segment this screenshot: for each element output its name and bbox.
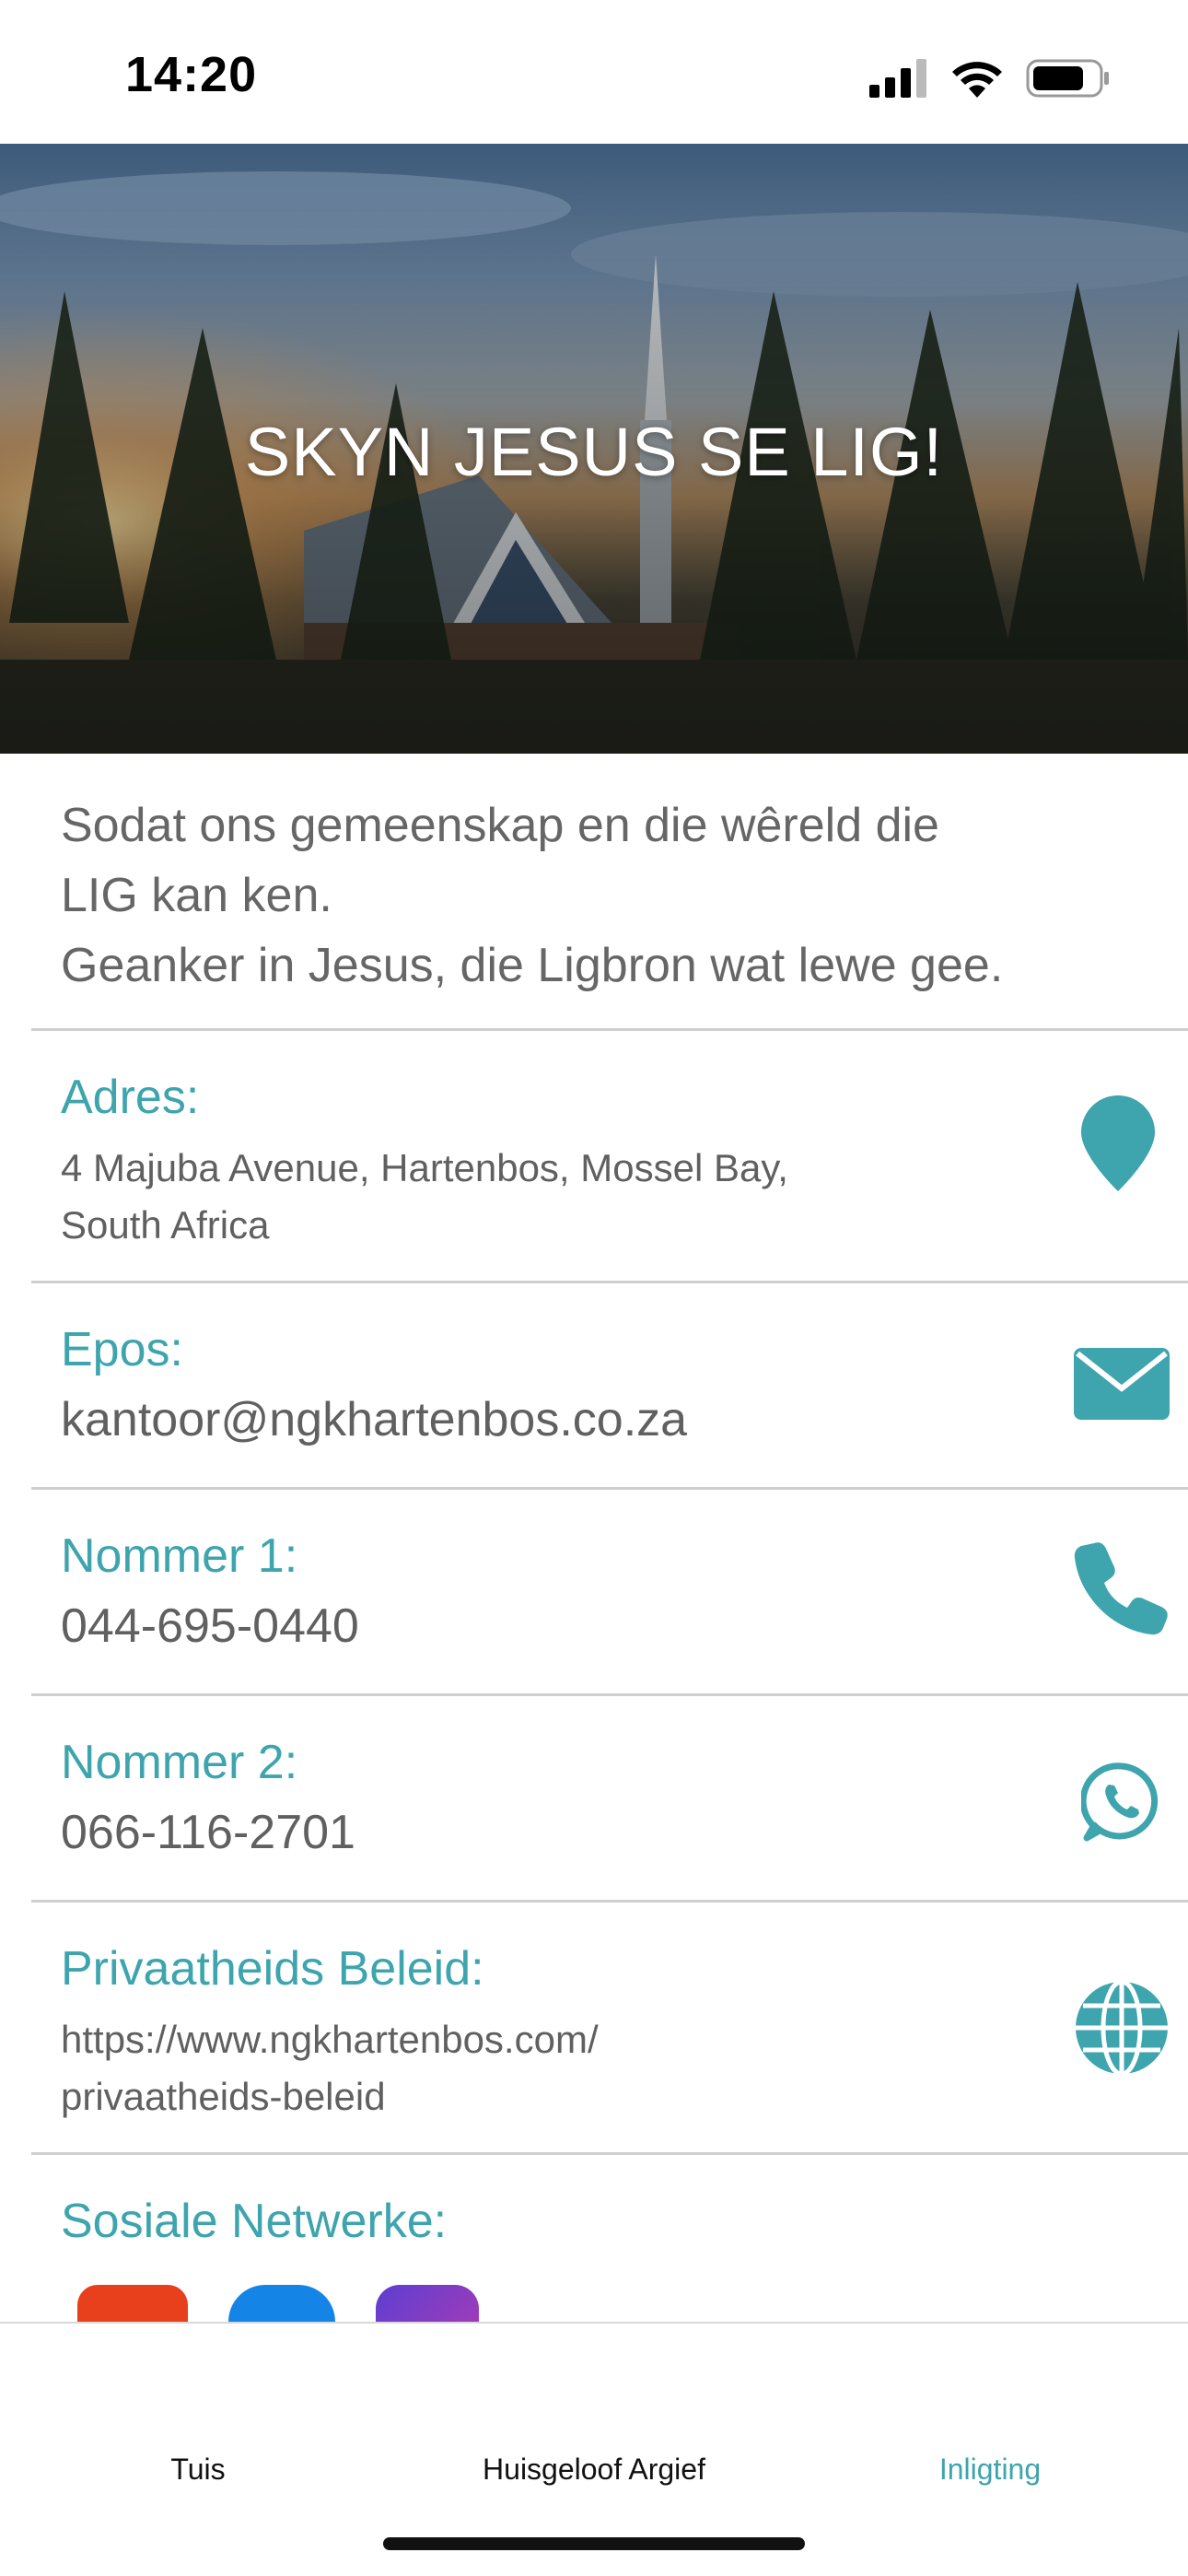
email-value: kantoor@ngkhartenbos.co.za	[61, 1393, 688, 1446]
hero-banner: SKYN JESUS SE LIG!	[0, 144, 1188, 754]
social-label: Sosiale Netwerke:	[61, 2195, 448, 2248]
social-logos	[77, 2285, 501, 2324]
home-indicator	[383, 2537, 805, 2550]
privacy-url-line-1: https://www.ngkhartenbos.com/	[61, 2018, 599, 2061]
phone2-row[interactable]: Nommer 2: 066-116-2701	[31, 1693, 1188, 1900]
facebook-icon[interactable]	[228, 2285, 335, 2324]
address-label: Adres:	[61, 1071, 200, 1124]
address-line-1: 4 Majuba Avenue, Hartenbos, Mossel Bay,	[61, 1146, 788, 1189]
phone1-value: 044-695-0440	[61, 1599, 359, 1653]
status-time: 14:20	[125, 47, 258, 102]
address-value: 4 Majuba Avenue, Hartenbos, Mossel Bay, …	[61, 1140, 788, 1254]
email-label: Epos:	[61, 1323, 183, 1376]
address-line-2: South Africa	[61, 1203, 270, 1247]
tagline-line-1: Sodat ons gemeenskap en die wêreld die	[61, 799, 939, 852]
hero-title: SKYN JESUS SE LIG!	[244, 414, 944, 490]
church-tagline: Sodat ons gemeenskap en die wêreld die L…	[61, 790, 1147, 1001]
tagline-line-3: Geanker in Jesus, die Ligbron wat lewe g…	[61, 939, 1004, 992]
email-row[interactable]: Epos: kantoor@ngkhartenbos.co.za	[31, 1281, 1188, 1487]
map-pin-icon[interactable]	[1081, 1095, 1155, 1191]
phone2-label: Nommer 2:	[61, 1736, 298, 1789]
youtube-icon[interactable]	[77, 2285, 188, 2324]
phone1-row[interactable]: Nommer 1: 044-695-0440	[31, 1487, 1188, 1693]
instagram-icon[interactable]	[376, 2285, 479, 2324]
privacy-policy-row[interactable]: Privaatheids Beleid: https://www.ngkhart…	[31, 1900, 1188, 2152]
whatsapp-icon[interactable]	[1081, 1761, 1162, 1842]
tagline-line-2: LIG kan ken.	[61, 869, 332, 922]
phone2-value: 066-116-2701	[61, 1806, 355, 1859]
address-row[interactable]: Adres: 4 Majuba Avenue, Hartenbos, Mosse…	[31, 1028, 1188, 1281]
privacy-label: Privaatheids Beleid:	[61, 1942, 484, 1996]
contact-info-list: Adres: 4 Majuba Avenue, Hartenbos, Mosse…	[31, 1028, 1188, 2336]
tab-huisgeloof-argief[interactable]: Huisgeloof Argief	[396, 2453, 792, 2487]
wifi-icon	[952, 62, 1002, 98]
status-icons	[869, 57, 1111, 100]
envelope-icon[interactable]	[1074, 1348, 1170, 1420]
tab-tuis[interactable]: Tuis	[0, 2453, 396, 2487]
battery-icon	[1026, 59, 1109, 98]
phone-icon[interactable]	[1074, 1540, 1170, 1635]
privacy-url-line-2: privaatheids-beleid	[61, 2075, 386, 2118]
phone1-label: Nommer 1:	[61, 1529, 298, 1583]
privacy-value: https://www.ngkhartenbos.com/ privaathei…	[61, 2011, 599, 2125]
status-bar: 14:20	[0, 0, 1188, 144]
globe-icon[interactable]	[1074, 1980, 1170, 2076]
tab-inligting[interactable]: Inligting	[792, 2453, 1188, 2487]
cellular-signal-icon	[869, 59, 926, 98]
